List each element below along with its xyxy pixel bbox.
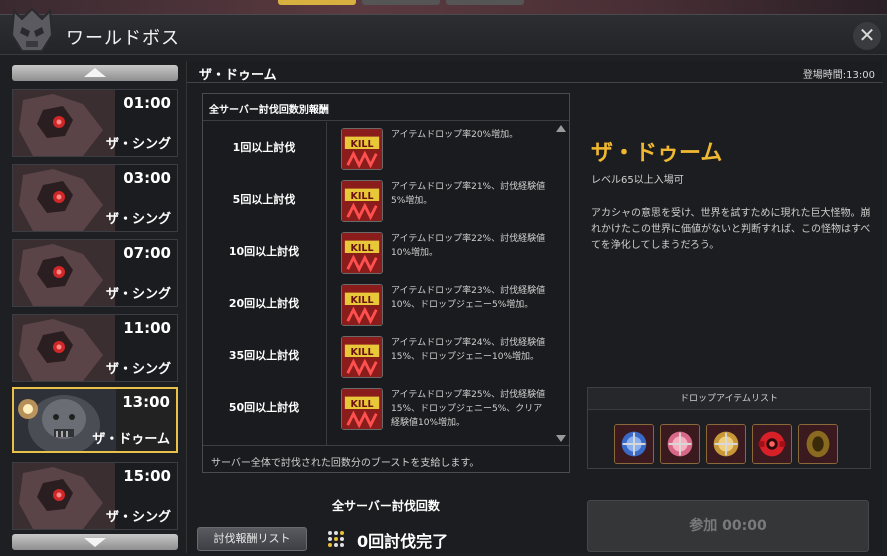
reward-list-button[interactable]: 討伐報酬リスト xyxy=(197,527,307,551)
reward-table-footer: サーバー全体で討伐された回数分のブーストを支給します。 xyxy=(203,445,569,472)
boss-detail-panel: ザ・ドゥーム 登場時間:13:00 全サーバー討伐回数別報酬 1回以上討伐 KI… xyxy=(186,61,883,553)
kill-count: 0回討伐完了 xyxy=(357,532,449,551)
kill-icon: KILL xyxy=(341,336,383,378)
red-gear-icon[interactable] xyxy=(752,424,792,464)
boss-list: 01:00 ザ・シング 03:00 ザ・シング 07:00 ザ・シング 11:0… xyxy=(8,61,182,553)
reward-table: 全サーバー討伐回数別報酬 1回以上討伐 KILL アイテムドロップ率20%増加。… xyxy=(202,93,570,473)
boss-time: 07:00 xyxy=(123,244,171,262)
reward-description: アイテムドロップ率22%、討伐経験値10%増加。 xyxy=(391,234,546,258)
reward-description: アイテムドロップ率25%、討伐経験値15%、ドロップジェニー5%、クリア経験値1… xyxy=(391,390,546,428)
join-button[interactable]: 参加 00:00 xyxy=(587,500,869,552)
boss-name: ザ・シング xyxy=(105,212,171,227)
total-kills-label: 全サーバー討伐回数 xyxy=(332,499,440,513)
boss-time: 15:00 xyxy=(123,467,171,485)
detail-title: ザ・ドゥーム xyxy=(199,68,277,83)
boss-portrait-thing xyxy=(13,165,115,231)
close-button[interactable]: ✕ xyxy=(853,22,881,50)
reward-condition: 10回以上討伐 xyxy=(228,245,300,258)
boss-name: ザ・シング xyxy=(105,362,171,377)
svg-text:KILL: KILL xyxy=(350,295,373,306)
boss-name: ザ・ドゥーム xyxy=(92,432,170,447)
boss-name: ザ・シング xyxy=(105,510,171,525)
reward-row: 20回以上討伐 KILL アイテムドロップ率23%、討伐経験値10%、ドロップジ… xyxy=(203,278,553,330)
top-tab xyxy=(446,0,524,5)
scroll-up-button[interactable] xyxy=(12,65,178,81)
boss-item[interactable]: 01:00 ザ・シング xyxy=(12,89,178,157)
arrow-up-icon[interactable] xyxy=(556,124,566,134)
reward-condition: 1回以上討伐 xyxy=(232,141,296,154)
boss-portrait-thing xyxy=(13,90,115,156)
boss-time: 01:00 xyxy=(123,94,171,112)
svg-text:KILL: KILL xyxy=(350,139,373,150)
arrow-down-icon[interactable] xyxy=(556,433,566,443)
arrow-down-icon xyxy=(84,538,106,547)
kill-icon: KILL xyxy=(341,232,383,274)
reward-row: 5回以上討伐 KILL アイテムドロップ率21%、討伐経験値5%増加。 xyxy=(203,174,553,226)
reward-rows: 1回以上討伐 KILL アイテムドロップ率20%増加。 5回以上討伐 KILL xyxy=(203,122,553,445)
reward-condition: 5回以上討伐 xyxy=(232,193,296,206)
boss-time: 11:00 xyxy=(123,319,171,337)
kill-icon: KILL xyxy=(341,180,383,222)
spawn-time: 登場時間:13:00 xyxy=(802,70,875,81)
boss-name: ザ・シング xyxy=(105,287,171,302)
boss-time: 13:00 xyxy=(122,393,170,411)
dots-grid-icon xyxy=(328,531,344,547)
scroll-down-button[interactable] xyxy=(12,534,178,550)
reward-condition: 20回以上討伐 xyxy=(228,297,300,310)
reward-row: 35回以上討伐 KILL アイテムドロップ率24%、討伐経験値15%、ドロップジ… xyxy=(203,330,553,382)
svg-text:KILL: KILL xyxy=(350,347,373,358)
boss-item[interactable]: 03:00 ザ・シング xyxy=(12,164,178,232)
svg-text:KILL: KILL xyxy=(350,399,373,410)
pink-orb-icon[interactable] xyxy=(660,424,700,464)
arrow-up-icon xyxy=(84,68,106,77)
reward-footer-text: サーバー全体で討伐された回数分のブーストを支給します。 xyxy=(211,458,480,469)
blue-orb-icon[interactable] xyxy=(614,424,654,464)
detail-header: ザ・ドゥーム 登場時間:13:00 xyxy=(187,61,883,83)
boss-info-level: レベル65以上入場可 xyxy=(591,175,684,186)
boss-name: ザ・シング xyxy=(105,137,171,152)
boss-item[interactable]: 07:00 ザ・シング xyxy=(12,239,178,307)
svg-text:KILL: KILL xyxy=(350,243,373,254)
boss-info-description: アカシャの意思を受け、世界を試すために現れた巨大怪物。崩れかけたこの世界に価値が… xyxy=(591,208,871,251)
title-bar: ワールドボス ✕ xyxy=(0,7,887,55)
boss-info: ザ・ドゥーム レベル65以上入場可 アカシャの意思を受け、世界を試すために現れた… xyxy=(591,135,871,254)
kill-icon: KILL xyxy=(341,128,383,170)
reward-row: 50回以上討伐 KILL アイテムドロップ率25%、討伐経験値15%、ドロップジ… xyxy=(203,382,553,434)
boss-item-selected[interactable]: 13:00 ザ・ドゥーム xyxy=(12,387,178,453)
reward-condition: 35回以上討伐 xyxy=(228,349,300,362)
world-boss-window: ワールドボス ✕ 01:00 ザ・シング 03:00 ザ・シング 07:00 ザ… xyxy=(0,7,887,556)
boss-portrait-thing xyxy=(13,463,115,529)
boss-item[interactable]: 11:00 ザ・シング xyxy=(12,314,178,382)
reward-description: アイテムドロップ率20%増加。 xyxy=(391,130,519,140)
svg-text:KILL: KILL xyxy=(350,191,373,202)
boss-item[interactable]: 15:00 ザ・シング xyxy=(12,462,178,530)
drop-item-list-header: ドロップアイテムリスト xyxy=(588,388,870,410)
boss-portrait-thing xyxy=(13,315,115,381)
gold-orb-icon[interactable] xyxy=(706,424,746,464)
reward-condition: 50回以上討伐 xyxy=(228,401,300,414)
bronze-disc-icon[interactable] xyxy=(798,424,838,464)
reward-scrollbar[interactable] xyxy=(555,122,567,445)
boss-time: 03:00 xyxy=(123,169,171,187)
reward-row: 10回以上討伐 KILL アイテムドロップ率22%、討伐経験値10%増加。 xyxy=(203,226,553,278)
top-tab xyxy=(278,0,356,5)
reward-row: 1回以上討伐 KILL アイテムドロップ率20%増加。 xyxy=(203,122,553,174)
reward-table-header: 全サーバー討伐回数別報酬 xyxy=(203,94,569,121)
kill-icon: KILL xyxy=(341,388,383,430)
kill-icon: KILL xyxy=(341,284,383,326)
drop-item-list: ドロップアイテムリスト xyxy=(587,387,871,469)
reward-description: アイテムドロップ率21%、討伐経験値5%増加。 xyxy=(391,182,546,206)
top-tab xyxy=(362,0,440,5)
boss-emblem-icon xyxy=(10,7,54,52)
reward-description: アイテムドロップ率24%、討伐経験値15%、ドロップジェニー10%増加。 xyxy=(391,338,546,362)
reward-description: アイテムドロップ率23%、討伐経験値10%、ドロップジェニー5%増加。 xyxy=(391,286,546,310)
boss-portrait-thing xyxy=(13,240,115,306)
window-title: ワールドボス xyxy=(66,28,180,49)
reward-table-title: 全サーバー討伐回数別報酬 xyxy=(209,105,329,116)
boss-info-name: ザ・ドゥーム xyxy=(591,141,723,166)
